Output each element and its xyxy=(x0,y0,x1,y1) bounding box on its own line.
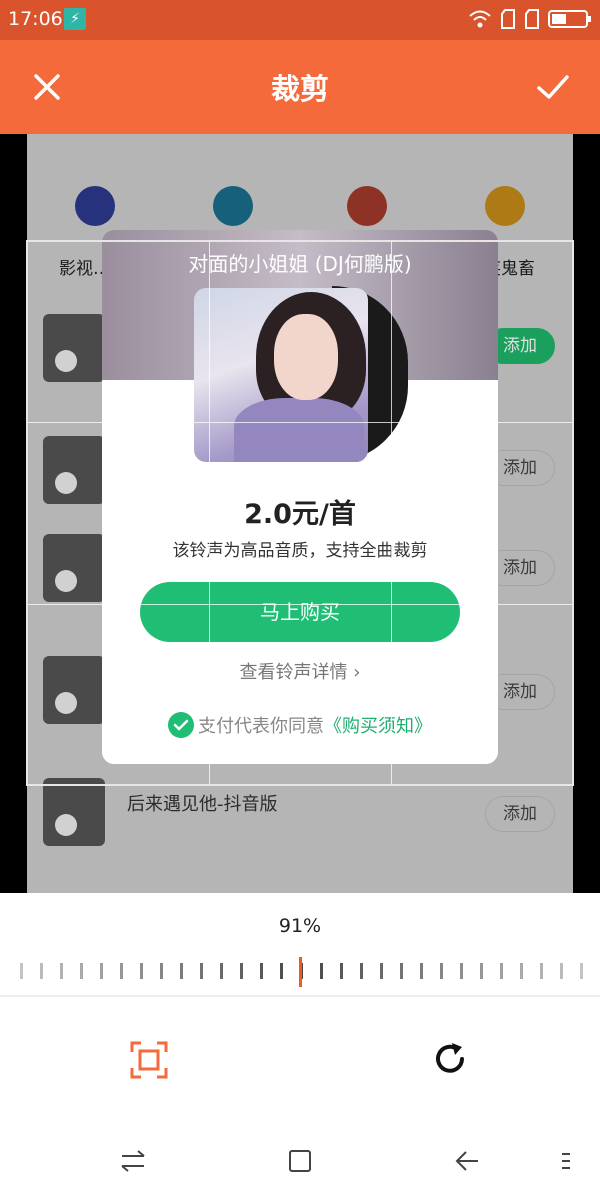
divider xyxy=(0,995,600,997)
grid-line xyxy=(209,242,210,784)
switch-apps-icon[interactable] xyxy=(118,1146,148,1176)
ruler-tick xyxy=(240,963,243,979)
ruler-tick xyxy=(460,963,463,979)
page-title: 裁剪 xyxy=(270,72,329,106)
ruler-tick xyxy=(340,963,343,979)
ruler-tick xyxy=(520,963,523,979)
grid-line xyxy=(391,242,392,784)
battery-icon xyxy=(548,10,591,28)
zoom-ruler[interactable] xyxy=(0,957,600,987)
ruler-tick xyxy=(440,963,443,979)
status-bar: 17:06 ⚡ xyxy=(0,0,600,40)
ruler-tick xyxy=(480,963,483,979)
ruler-tick xyxy=(60,963,63,979)
status-time: 17:06 xyxy=(8,8,63,30)
ruler-tick xyxy=(420,963,423,979)
ruler-tick xyxy=(540,963,543,979)
rotate-icon[interactable] xyxy=(430,1039,470,1079)
ruler-tick xyxy=(200,963,203,979)
menu-icon[interactable] xyxy=(556,1146,576,1176)
ruler-tick xyxy=(40,963,43,979)
ruler-tick xyxy=(160,963,163,979)
ruler-tick xyxy=(260,963,263,979)
ruler-tick xyxy=(400,963,403,979)
system-nav-bar xyxy=(0,1122,600,1200)
zoom-percentage: 91% xyxy=(278,915,322,937)
usb-icon: ⚡ xyxy=(64,8,86,30)
title-bar: 裁剪 xyxy=(0,40,600,134)
crop-frame-icon[interactable] xyxy=(130,1041,168,1079)
grid-line xyxy=(28,422,572,423)
ruler-current-marker[interactable] xyxy=(299,957,302,987)
ruler-tick xyxy=(140,963,143,979)
grid-line xyxy=(28,604,572,605)
ruler-tick xyxy=(580,963,583,979)
ruler-tick xyxy=(120,963,123,979)
wifi-icon xyxy=(469,10,491,28)
ruler-tick xyxy=(360,963,363,979)
ruler-tick xyxy=(280,963,283,979)
ruler-tick xyxy=(320,963,323,979)
status-icons xyxy=(468,9,592,29)
sim-icon xyxy=(501,9,515,29)
ruler-tick xyxy=(180,963,183,979)
ruler-tick xyxy=(500,963,503,979)
crop-frame[interactable] xyxy=(26,240,574,786)
ruler-tick xyxy=(560,963,563,979)
back-icon[interactable] xyxy=(452,1146,482,1176)
ruler-tick xyxy=(380,963,383,979)
ruler-tick xyxy=(100,963,103,979)
ruler-tick xyxy=(20,963,23,979)
crop-canvas[interactable]: 影视… …笑鬼畜 添加 添加 添加 添加 后来遇见他-抖音版 添加 对面的小姐姐… xyxy=(0,134,600,893)
sim-icon-2 xyxy=(525,9,539,29)
ruler-tick xyxy=(220,963,223,979)
check-icon[interactable] xyxy=(532,66,574,108)
home-icon[interactable] xyxy=(285,1146,315,1176)
ruler-tick xyxy=(80,963,83,979)
